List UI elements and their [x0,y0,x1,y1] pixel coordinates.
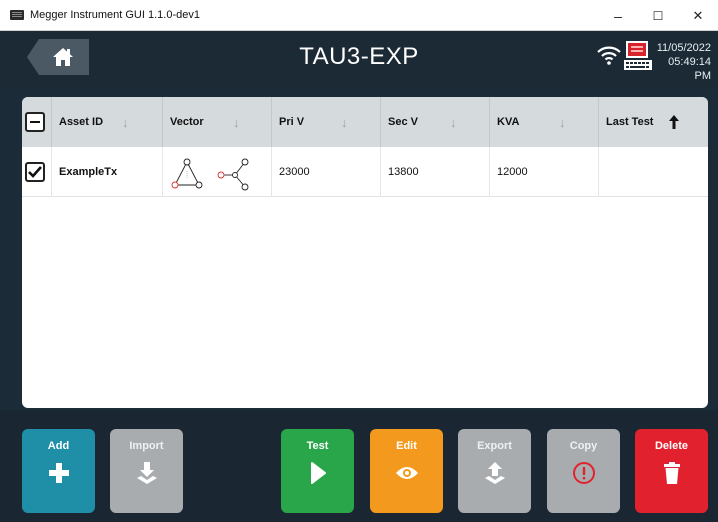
sec-v-text: 13800 [388,166,419,178]
column-header-kva[interactable]: KVA ↓ [490,97,599,147]
test-button[interactable]: Test [281,429,354,513]
time-text: 05:49:14 PM [668,56,711,82]
sort-down-icon[interactable]: ↓ [233,115,240,130]
column-header-last-test[interactable]: Last Test [599,97,708,147]
megger-device-icon[interactable] [623,40,653,72]
row-checkbox[interactable] [25,162,45,182]
column-header-pri-v[interactable]: Pri V ↓ [272,97,381,147]
vector-diagram-icon [171,158,249,191]
play-icon [305,460,331,486]
asset-id-text: ExampleTx [59,166,118,178]
window-title: Megger Instrument GUI 1.1.0-dev1 [30,9,200,21]
import-button[interactable]: Import [110,429,183,513]
delete-button[interactable]: Delete [635,429,708,513]
window-titlebar: Megger Instrument GUI 1.1.0-dev1 – ☐ ✕ [0,0,718,31]
sort-down-icon[interactable]: ↓ [559,115,566,130]
wifi-icon [597,46,621,65]
test-label: Test [306,440,329,452]
date-time: 11/05/2022 05:49:14 PM [655,41,711,83]
column-label: KVA [497,116,520,128]
cell-sec-v: 13800 [381,147,490,197]
pri-v-text: 23000 [279,166,310,178]
export-button[interactable]: Export [458,429,531,513]
cell-last-test [599,147,708,197]
alert-icon [571,460,597,486]
column-header-asset-id[interactable]: Asset ID ↓ [52,97,163,147]
import-label: Import [129,440,164,452]
sort-down-icon[interactable]: ↓ [122,115,129,130]
action-bar: Add Import Test Edit Export Copy Delete [0,410,718,522]
cell-kva: 12000 [490,147,599,197]
copy-label: Copy [569,440,598,452]
add-label: Add [47,440,70,452]
column-header-vector[interactable]: Vector ↓ [163,97,272,147]
row-select-cell [22,147,52,197]
checkmark-icon [28,166,42,178]
delete-label: Delete [654,440,689,452]
app-icon [10,10,24,20]
column-label: Last Test [606,116,654,128]
sort-down-icon[interactable]: ↓ [450,115,457,130]
asset-table: Asset ID ↓ Vector ↓ Pri V ↓ Sec V ↓ KVA … [22,97,708,408]
window-controls: – ☐ ✕ [598,0,718,31]
date-text: 11/05/2022 [656,42,711,54]
close-button[interactable]: ✕ [678,0,718,31]
cell-asset-id: ExampleTx [52,147,163,197]
trash-icon [659,460,685,486]
sort-down-icon[interactable]: ↓ [341,115,348,130]
column-header-sec-v[interactable]: Sec V ↓ [381,97,490,147]
kva-text: 12000 [497,166,528,178]
edit-label: Edit [396,440,417,452]
column-label: Vector [170,116,204,128]
select-all-checkbox[interactable] [25,112,45,132]
column-label: Sec V [388,116,418,128]
eye-icon [394,460,420,486]
minimize-button[interactable]: – [598,0,638,31]
add-button[interactable]: Add [22,429,95,513]
export-label: Export [477,440,512,452]
maximize-button[interactable]: ☐ [638,0,678,31]
sort-up-active-icon[interactable] [668,114,680,130]
copy-button[interactable]: Copy [547,429,620,513]
plus-icon [46,460,72,486]
column-label: Pri V [279,116,305,128]
cell-pri-v: 23000 [272,147,381,197]
app-header: TAU3-EXP 11/05/2022 05:49:14 PM [0,31,718,88]
column-label: Asset ID [59,116,104,128]
table-row[interactable]: ExampleTx 23000 13800 12000 [22,147,708,197]
import-icon [134,460,160,486]
cell-vector [163,147,272,197]
table-header: Asset ID ↓ Vector ↓ Pri V ↓ Sec V ↓ KVA … [22,97,708,147]
minus-icon [30,121,40,123]
edit-button[interactable]: Edit [370,429,443,513]
select-all-cell [22,97,52,147]
export-icon [482,460,508,486]
